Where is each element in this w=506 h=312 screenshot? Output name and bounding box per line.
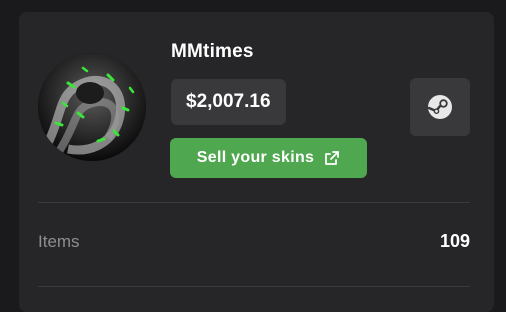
username: MMtimes [171, 41, 254, 62]
balance-display: $2,007.16 [171, 79, 286, 125]
steam-icon [427, 95, 452, 119]
external-link-icon [324, 150, 340, 166]
steam-button[interactable] [410, 78, 470, 136]
snake-avatar-icon [38, 53, 146, 161]
items-label: Items [38, 232, 80, 251]
items-count: 109 [439, 231, 470, 251]
divider [38, 286, 470, 287]
sell-skins-button[interactable]: Sell your skins [170, 138, 367, 178]
profile-card: MMtimes $2,007.16 Sell your skins Items … [19, 12, 494, 312]
user-avatar [38, 53, 146, 161]
sell-skins-label: Sell your skins [196, 149, 315, 166]
divider [38, 202, 470, 203]
